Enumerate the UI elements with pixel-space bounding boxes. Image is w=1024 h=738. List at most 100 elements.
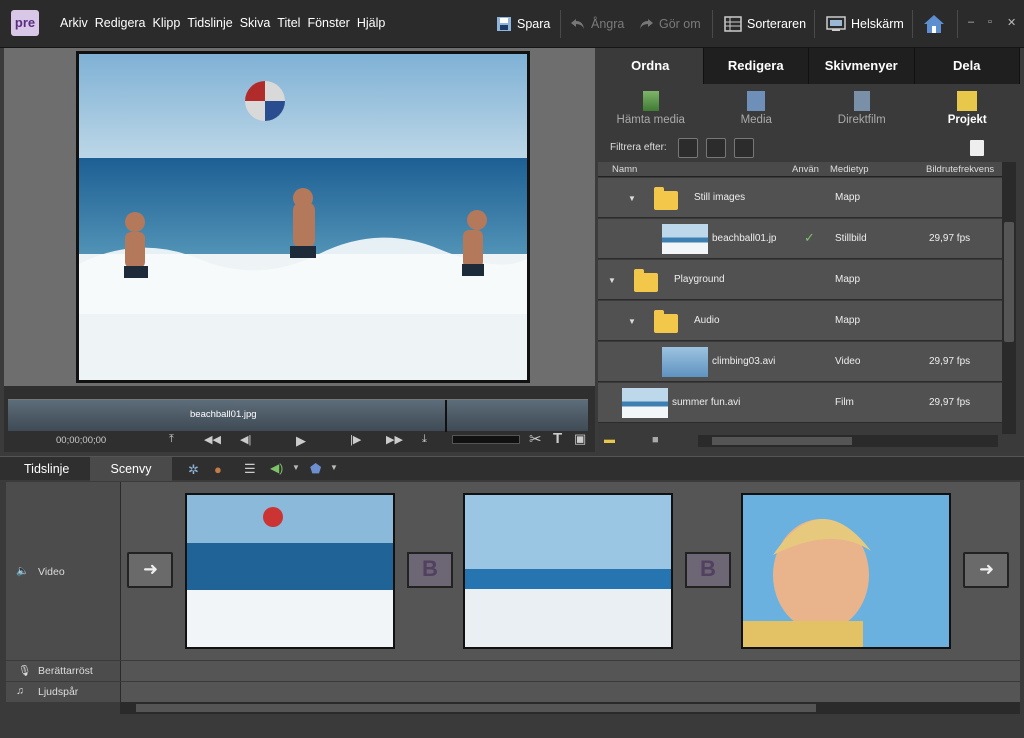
scene-clip-3[interactable]	[741, 493, 951, 649]
tab-skivmenyer[interactable]: Skivmenyer	[809, 48, 915, 84]
task-tabs: Ordna Redigera Skivmenyer Dela	[598, 48, 1020, 84]
marker-icon[interactable]: ⬟	[310, 461, 321, 477]
clip-drop-arrow-icon[interactable]: ➜	[963, 552, 1009, 588]
scene-clip-1[interactable]	[185, 493, 395, 649]
menu-arkiv[interactable]: Arkiv	[60, 16, 88, 30]
list-vertical-scrollbar[interactable]	[1002, 162, 1016, 434]
organizer-button[interactable]: Sorteraren	[724, 14, 806, 34]
smart-fix-icon[interactable]: ✲	[188, 462, 199, 478]
soundtrack-track[interactable]	[120, 682, 1020, 702]
new-folder-icon[interactable]: ▬	[604, 434, 615, 446]
table-row[interactable]: climbing03.avi Video 29,97 fps	[598, 342, 1002, 382]
video-track-label: Video	[38, 566, 65, 578]
save-button[interactable]: Spara	[496, 14, 550, 34]
menu-tidslinje[interactable]: Tidslinje	[187, 16, 232, 30]
close-icon[interactable]: ✕	[1007, 16, 1016, 29]
col-media-type[interactable]: Medietyp	[830, 164, 869, 175]
properties-list-icon[interactable]: ☰	[244, 461, 256, 477]
transition-button[interactable]: B	[685, 552, 731, 588]
minimize-icon[interactable]: –	[968, 16, 974, 28]
scene-clip-2[interactable]	[463, 493, 673, 649]
expand-chevron-icon[interactable]: ▼	[608, 276, 616, 285]
monitor-scrubber[interactable]: beachball01.jpg	[8, 399, 588, 432]
title-t-icon[interactable]: T	[553, 430, 562, 447]
fullscreen-button[interactable]: Helskärm	[826, 14, 904, 34]
audio-tools-icon[interactable]: ◀)	[270, 461, 283, 475]
play-icon[interactable]: ▶	[296, 433, 306, 449]
preview-screen	[76, 51, 530, 383]
clip-thumbnail	[662, 224, 708, 254]
delete-trash-icon[interactable]: ■	[652, 434, 659, 446]
media-icon	[747, 91, 766, 111]
row-type: Mapp	[835, 315, 861, 326]
fast-forward-icon[interactable]: ▶▶	[386, 433, 403, 446]
menu-hjalp[interactable]: Hjälp	[357, 16, 386, 30]
row-type: Video	[835, 356, 861, 367]
row-type: Stillbild	[835, 233, 867, 244]
menu-redigera[interactable]: Redigera	[95, 16, 146, 30]
table-row[interactable]: ▼ Still images Mapp	[598, 178, 1002, 218]
redo-button[interactable]: Gör om	[638, 14, 701, 34]
save-icon	[497, 17, 511, 31]
col-used[interactable]: Använ	[792, 164, 819, 175]
filter-still-icon[interactable]	[734, 138, 754, 158]
subtab-media[interactable]: Media	[704, 88, 810, 134]
col-name[interactable]: Namn	[612, 164, 637, 175]
new-item-icon[interactable]	[970, 140, 984, 156]
freeze-frame-camera-icon[interactable]: ▣	[574, 431, 586, 447]
save-label: Spara	[517, 17, 551, 31]
subtab-get-media[interactable]: Hämta media	[598, 88, 704, 134]
clip-drop-arrow-icon[interactable]: ➜	[127, 552, 173, 588]
fullscreen-icon	[826, 16, 846, 31]
narration-track[interactable]	[120, 661, 1020, 681]
tab-redigera[interactable]: Redigera	[703, 48, 809, 84]
timeline-tabbar: Tidslinje Scenvy ✲ ● ☰ ◀) ▼ ⬟ ▼	[0, 456, 1024, 481]
scroll-thumb[interactable]	[1004, 222, 1014, 342]
rewind-icon[interactable]: ◀◀	[204, 433, 221, 446]
expand-chevron-icon[interactable]: ▼	[628, 317, 636, 326]
filter-audio-icon[interactable]	[706, 138, 726, 158]
soundtrack-track-label: Ljudspår	[38, 686, 79, 698]
subtab-project[interactable]: Projekt	[915, 88, 1021, 134]
table-row[interactable]: summer fun.avi Film 29,97 fps	[598, 383, 1002, 423]
video-track[interactable]: ➜ B B ➜	[120, 482, 1020, 660]
subtab-instant-movie[interactable]: Direktfilm	[809, 88, 915, 134]
undo-button[interactable]: Ångra	[570, 14, 624, 34]
tab-timeline[interactable]: Tidslinje	[4, 457, 89, 481]
tab-scene-view[interactable]: Scenvy	[90, 457, 172, 481]
goto-end-icon[interactable]: ⤓	[422, 433, 427, 446]
home-button[interactable]	[922, 14, 946, 34]
goto-start-icon[interactable]: ⤒	[169, 433, 174, 446]
tab-ordna[interactable]: Ordna	[598, 48, 704, 84]
timeline-horizontal-scrollbar[interactable]	[120, 702, 1020, 714]
step-back-icon[interactable]: ◀|	[240, 433, 251, 446]
effects-icon[interactable]: ●	[214, 462, 222, 477]
filter-video-icon[interactable]	[678, 138, 698, 158]
undo-label: Ångra	[591, 17, 625, 31]
project-icon	[957, 91, 978, 111]
expand-chevron-icon[interactable]: ▼	[628, 194, 636, 203]
list-horizontal-scrollbar[interactable]	[698, 435, 998, 447]
menu-skiva[interactable]: Skiva	[240, 16, 271, 30]
row-name: climbing03.avi	[712, 356, 776, 367]
step-forward-icon[interactable]: |▶	[350, 433, 361, 446]
menu-klipp[interactable]: Klipp	[153, 16, 181, 30]
timecode[interactable]: 00;00;00;00	[56, 435, 106, 446]
transition-button[interactable]: B	[407, 552, 453, 588]
chevron-down-icon[interactable]: ▼	[292, 463, 300, 472]
maximize-icon[interactable]: ▫	[988, 16, 992, 28]
split-scissors-icon[interactable]: ✂	[529, 430, 542, 448]
table-row[interactable]: ▼ Audio Mapp	[598, 301, 1002, 341]
table-row[interactable]: beachball01.jp ✓ Stillbild 29,97 fps	[598, 219, 1002, 259]
folder-icon	[654, 187, 678, 210]
col-frame-rate[interactable]: Bildrutefrekvens	[926, 164, 994, 175]
scroll-thumb[interactable]	[136, 704, 816, 712]
shuttle-slider[interactable]	[452, 435, 520, 444]
tab-dela[interactable]: Dela	[914, 48, 1020, 84]
table-row[interactable]: ▼ Playground Mapp	[598, 260, 1002, 300]
chevron-down-icon[interactable]: ▼	[330, 463, 338, 472]
project-list: ▼ Still images Mapp beachball01.jp ✓ Sti…	[598, 178, 1002, 436]
menu-fonster[interactable]: Fönster	[307, 16, 349, 30]
menu-titel[interactable]: Titel	[277, 16, 300, 30]
scroll-thumb[interactable]	[712, 437, 852, 445]
